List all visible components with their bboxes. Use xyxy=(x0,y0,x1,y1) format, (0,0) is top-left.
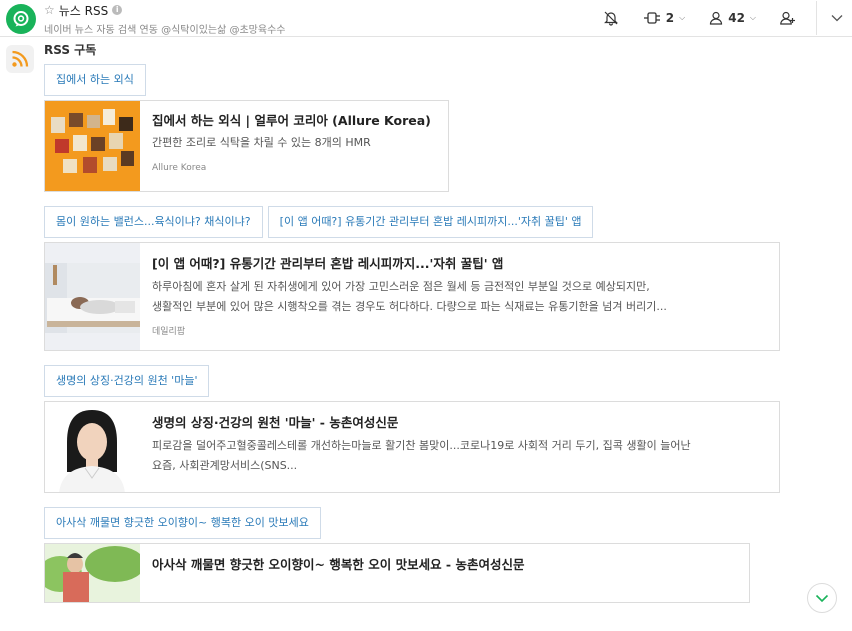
preview-thumbnail xyxy=(45,243,140,350)
channel-title-row: ☆ 뉴스 RSS i xyxy=(44,2,123,18)
chevron-down-icon xyxy=(831,15,843,22)
farmer-photo-image xyxy=(45,544,140,602)
plug-icon xyxy=(643,12,660,24)
scroll-down-icon xyxy=(815,594,829,602)
preview-description-line: 생활적인 부분에 있어 많은 시행착오를 겪는 경우도 허다하다. 다량으로 파… xyxy=(152,300,667,313)
notification-toggle-button[interactable] xyxy=(591,0,631,36)
preview-title: 생명의 상징·건강의 원천 '마늘' - 농촌여성신문 xyxy=(152,415,399,430)
hmr-packages-image xyxy=(45,101,140,191)
preview-description: 간편한 조리로 식탁을 차릴 수 있는 8개의 HMR xyxy=(152,136,371,149)
bell-off-icon xyxy=(603,11,618,26)
preview-description-line: 피로감을 덜어주고혈중콜레스테롤 개선하는마늘로 활기찬 봄맞이...코로나19… xyxy=(152,439,691,452)
info-icon[interactable]: i xyxy=(112,5,123,15)
preview-body: 아사삭 깨물면 향긋한 오이향이~ 행복한 오이 맛보세요 - 농촌여성신문 xyxy=(140,544,749,602)
portrait-photo-image xyxy=(45,402,140,492)
link-preview-card[interactable]: 생명의 상징·건강의 원천 '마늘' - 농촌여성신문 피로감을 덜어주고혈중콜… xyxy=(44,401,780,493)
preview-body: 생명의 상징·건강의 원천 '마늘' - 농촌여성신문 피로감을 덜어주고혈중콜… xyxy=(140,402,779,492)
channel-header: ☆ 뉴스 RSS i 네이버 뉴스 자동 검색 연동 @식탁이있는삶 @초망육수… xyxy=(0,0,852,37)
members-count: 42 xyxy=(728,11,745,25)
star-icon[interactable]: ☆ xyxy=(44,3,55,17)
person-icon xyxy=(710,11,723,25)
integrations-button[interactable]: 2 ⌵ xyxy=(631,0,697,36)
feed-link[interactable]: 아사삭 깨물면 향긋한 오이향이~ 행복한 오이 맛보세요 xyxy=(44,507,321,539)
preview-description-line: 하루아침에 혼자 살게 된 자취생에게 있어 가장 고민스러운 점은 월세 등 … xyxy=(152,280,650,293)
preview-title: 집에서 하는 외식 | 얼루어 코리아 (Allure Korea) xyxy=(152,113,431,128)
chevron-down-icon: ⌵ xyxy=(749,13,756,22)
preview-title: 아사삭 깨물면 향긋한 오이향이~ 행복한 오이 맛보세요 - 농촌여성신문 xyxy=(152,557,525,572)
feed-link[interactable]: 집에서 하는 외식 xyxy=(44,64,146,96)
channel-title: 뉴스 RSS xyxy=(58,3,109,18)
preview-thumbnail xyxy=(45,402,140,492)
message-feed: RSS 구독 집에서 하는 외식 집에서 하는 외식 | 얼루어 코리아 (Al… xyxy=(44,40,804,631)
scroll-to-bottom-button[interactable] xyxy=(807,583,837,613)
preview-source: Allure Korea xyxy=(152,163,207,173)
link-preview-card[interactable]: 집에서 하는 외식 | 얼루어 코리아 (Allure Korea) 간편한 조… xyxy=(44,100,449,192)
link-preview-card[interactable]: 아사삭 깨물면 향긋한 오이향이~ 행복한 오이 맛보세요 - 농촌여성신문 xyxy=(44,543,750,603)
feed-link[interactable]: [이 앱 어때?] 유통기간 관리부터 혼밥 레시피까지...'자취 꿀팁' 앱 xyxy=(267,206,594,238)
preview-thumbnail xyxy=(45,544,140,602)
feed-link[interactable]: 생명의 상징·건강의 원천 '마늘' xyxy=(44,365,210,397)
preview-title: [이 앱 어때?] 유통기간 관리부터 혼밥 레시피까지...'자취 꿀팁' 앱 xyxy=(152,256,504,271)
sender-name: RSS 구독 xyxy=(44,43,97,57)
preview-thumbnail xyxy=(45,101,140,191)
preview-body: 집에서 하는 외식 | 얼루어 코리아 (Allure Korea) 간편한 조… xyxy=(140,101,448,191)
preview-description-line: 요즘, 사회관계망서비스(SNS... xyxy=(152,459,298,472)
feed-link[interactable]: 몸이 원하는 밸런스...육식이냐? 채식이냐? xyxy=(44,206,263,238)
preview-body: [이 앱 어때?] 유통기간 관리부터 혼밥 레시피까지...'자취 꿀팁' 앱… xyxy=(140,243,779,350)
link-preview-card[interactable]: [이 앱 어때?] 유통기간 관리부터 혼밥 레시피까지...'자취 꿀팁' 앱… xyxy=(44,242,780,351)
chat-bubble-logo-glyph xyxy=(13,11,29,27)
add-person-icon xyxy=(780,11,795,25)
chevron-down-icon: ⌵ xyxy=(679,13,686,22)
rss-feed-icon xyxy=(12,50,29,67)
integrations-count: 2 xyxy=(665,11,675,25)
collapse-header-button[interactable] xyxy=(817,0,852,36)
bedroom-photo-image xyxy=(45,243,140,350)
preview-source: 데일리팝 xyxy=(152,327,186,337)
header-actions: 2 ⌵ 42 ⌵ xyxy=(591,0,852,36)
chat-bubble-logo xyxy=(6,4,36,34)
invite-member-button[interactable] xyxy=(768,0,808,36)
members-button[interactable]: 42 ⌵ xyxy=(697,0,768,36)
rss-bot-avatar[interactable] xyxy=(6,45,34,73)
channel-description: 네이버 뉴스 자동 검색 연동 @식탁이있는삶 @초망육수수 xyxy=(44,25,286,36)
